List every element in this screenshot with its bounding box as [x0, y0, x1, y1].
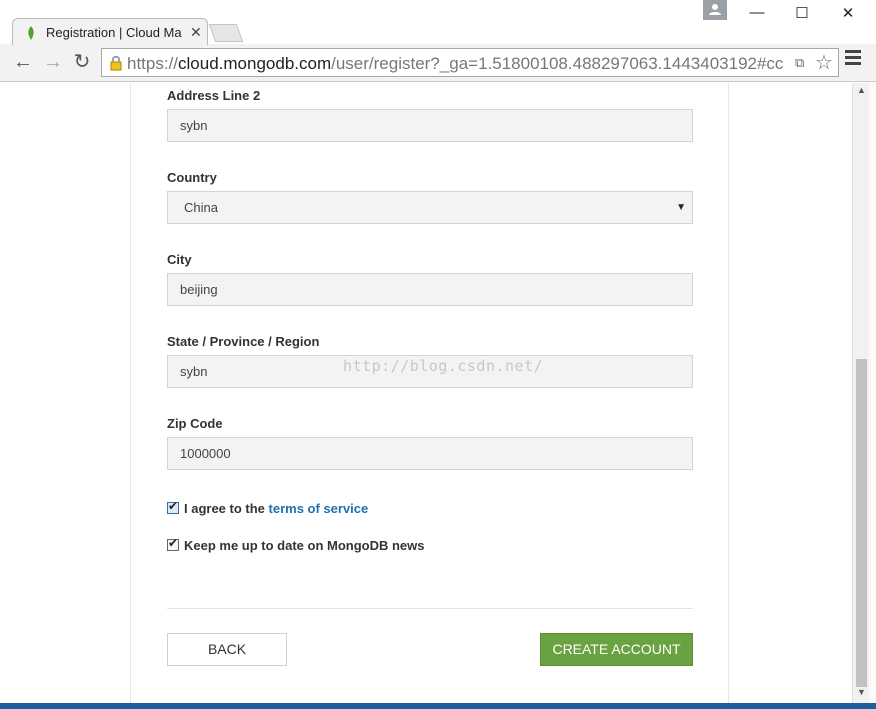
tab-close-icon[interactable]: ✕ — [190, 24, 202, 41]
reload-icon[interactable]: ↻ — [71, 52, 93, 72]
state-label: State / Province / Region — [167, 334, 320, 349]
desktop-edge — [869, 83, 876, 709]
news-checkbox[interactable]: ✔ — [167, 536, 179, 551]
arrow-right-icon[interactable]: → — [42, 52, 64, 72]
watermark-text: http://blog.csdn.net/ — [343, 357, 544, 375]
mongodb-leaf-icon — [27, 26, 35, 45]
registration-form: Address Line 2 sybn Country China ▼ City… — [130, 83, 729, 703]
city-field[interactable]: beijing — [167, 273, 693, 306]
check-icon: ✔ — [168, 536, 179, 550]
new-tab-button[interactable] — [208, 24, 244, 42]
create-account-button[interactable]: CREATE ACCOUNT — [540, 633, 693, 666]
zip-field[interactable]: 1000000 — [167, 437, 693, 470]
arrow-left-icon[interactable]: ← — [12, 52, 34, 72]
lock-icon — [109, 55, 123, 76]
taskbar-edge — [0, 703, 876, 709]
scrollbar-thumb[interactable] — [856, 359, 867, 687]
star-icon[interactable]: ☆ — [815, 50, 833, 75]
country-label: Country — [167, 170, 217, 185]
minimize-button[interactable]: — — [747, 4, 767, 21]
page-viewport: Address Line 2 sybn Country China ▼ City… — [0, 83, 852, 703]
tab-title: Registration | Cloud Ma — [46, 25, 182, 40]
news-label: Keep me up to date on MongoDB news — [184, 538, 425, 553]
scroll-down-icon[interactable]: ▼ — [857, 687, 866, 697]
country-select[interactable]: China ▼ — [167, 191, 693, 224]
agree-label: I agree to the terms of service — [184, 501, 369, 516]
close-window-button[interactable]: ✕ — [838, 4, 858, 22]
zip-label: Zip Code — [167, 416, 223, 431]
address-bar[interactable]: https://cloud.mongodb.com/user/register?… — [101, 48, 839, 77]
browser-chrome: Registration | Cloud Ma ✕ — ☐ ✕ ← → ↻ ht… — [0, 0, 876, 82]
tab-bar: Registration | Cloud Ma ✕ — ☐ ✕ — [0, 0, 876, 45]
scroll-up-icon[interactable]: ▲ — [857, 85, 866, 95]
url-text: https://cloud.mongodb.com/user/register?… — [127, 54, 784, 73]
check-icon: ✔ — [168, 499, 179, 513]
browser-toolbar: ← → ↻ https://cloud.mongodb.com/user/reg… — [0, 44, 876, 82]
page-scrollbar[interactable]: ▲ ▼ — [852, 83, 869, 703]
maximize-button[interactable]: ☐ — [792, 4, 812, 22]
back-button[interactable]: BACK — [167, 633, 287, 666]
hamburger-icon[interactable] — [845, 50, 861, 68]
browser-tab[interactable]: Registration | Cloud Ma ✕ — [12, 18, 208, 45]
address-line2-label: Address Line 2 — [167, 88, 261, 103]
translate-icon[interactable]: ⧉ — [795, 55, 804, 71]
country-value: China — [184, 200, 218, 215]
user-profile-icon[interactable] — [703, 0, 727, 20]
city-label: City — [167, 252, 192, 267]
terms-of-service-link[interactable]: terms of service — [269, 501, 369, 516]
address-line2-field[interactable]: sybn — [167, 109, 693, 142]
agree-checkbox[interactable]: ✔ — [167, 499, 179, 514]
form-divider — [167, 608, 693, 609]
dropdown-arrow-icon: ▼ — [676, 202, 686, 213]
